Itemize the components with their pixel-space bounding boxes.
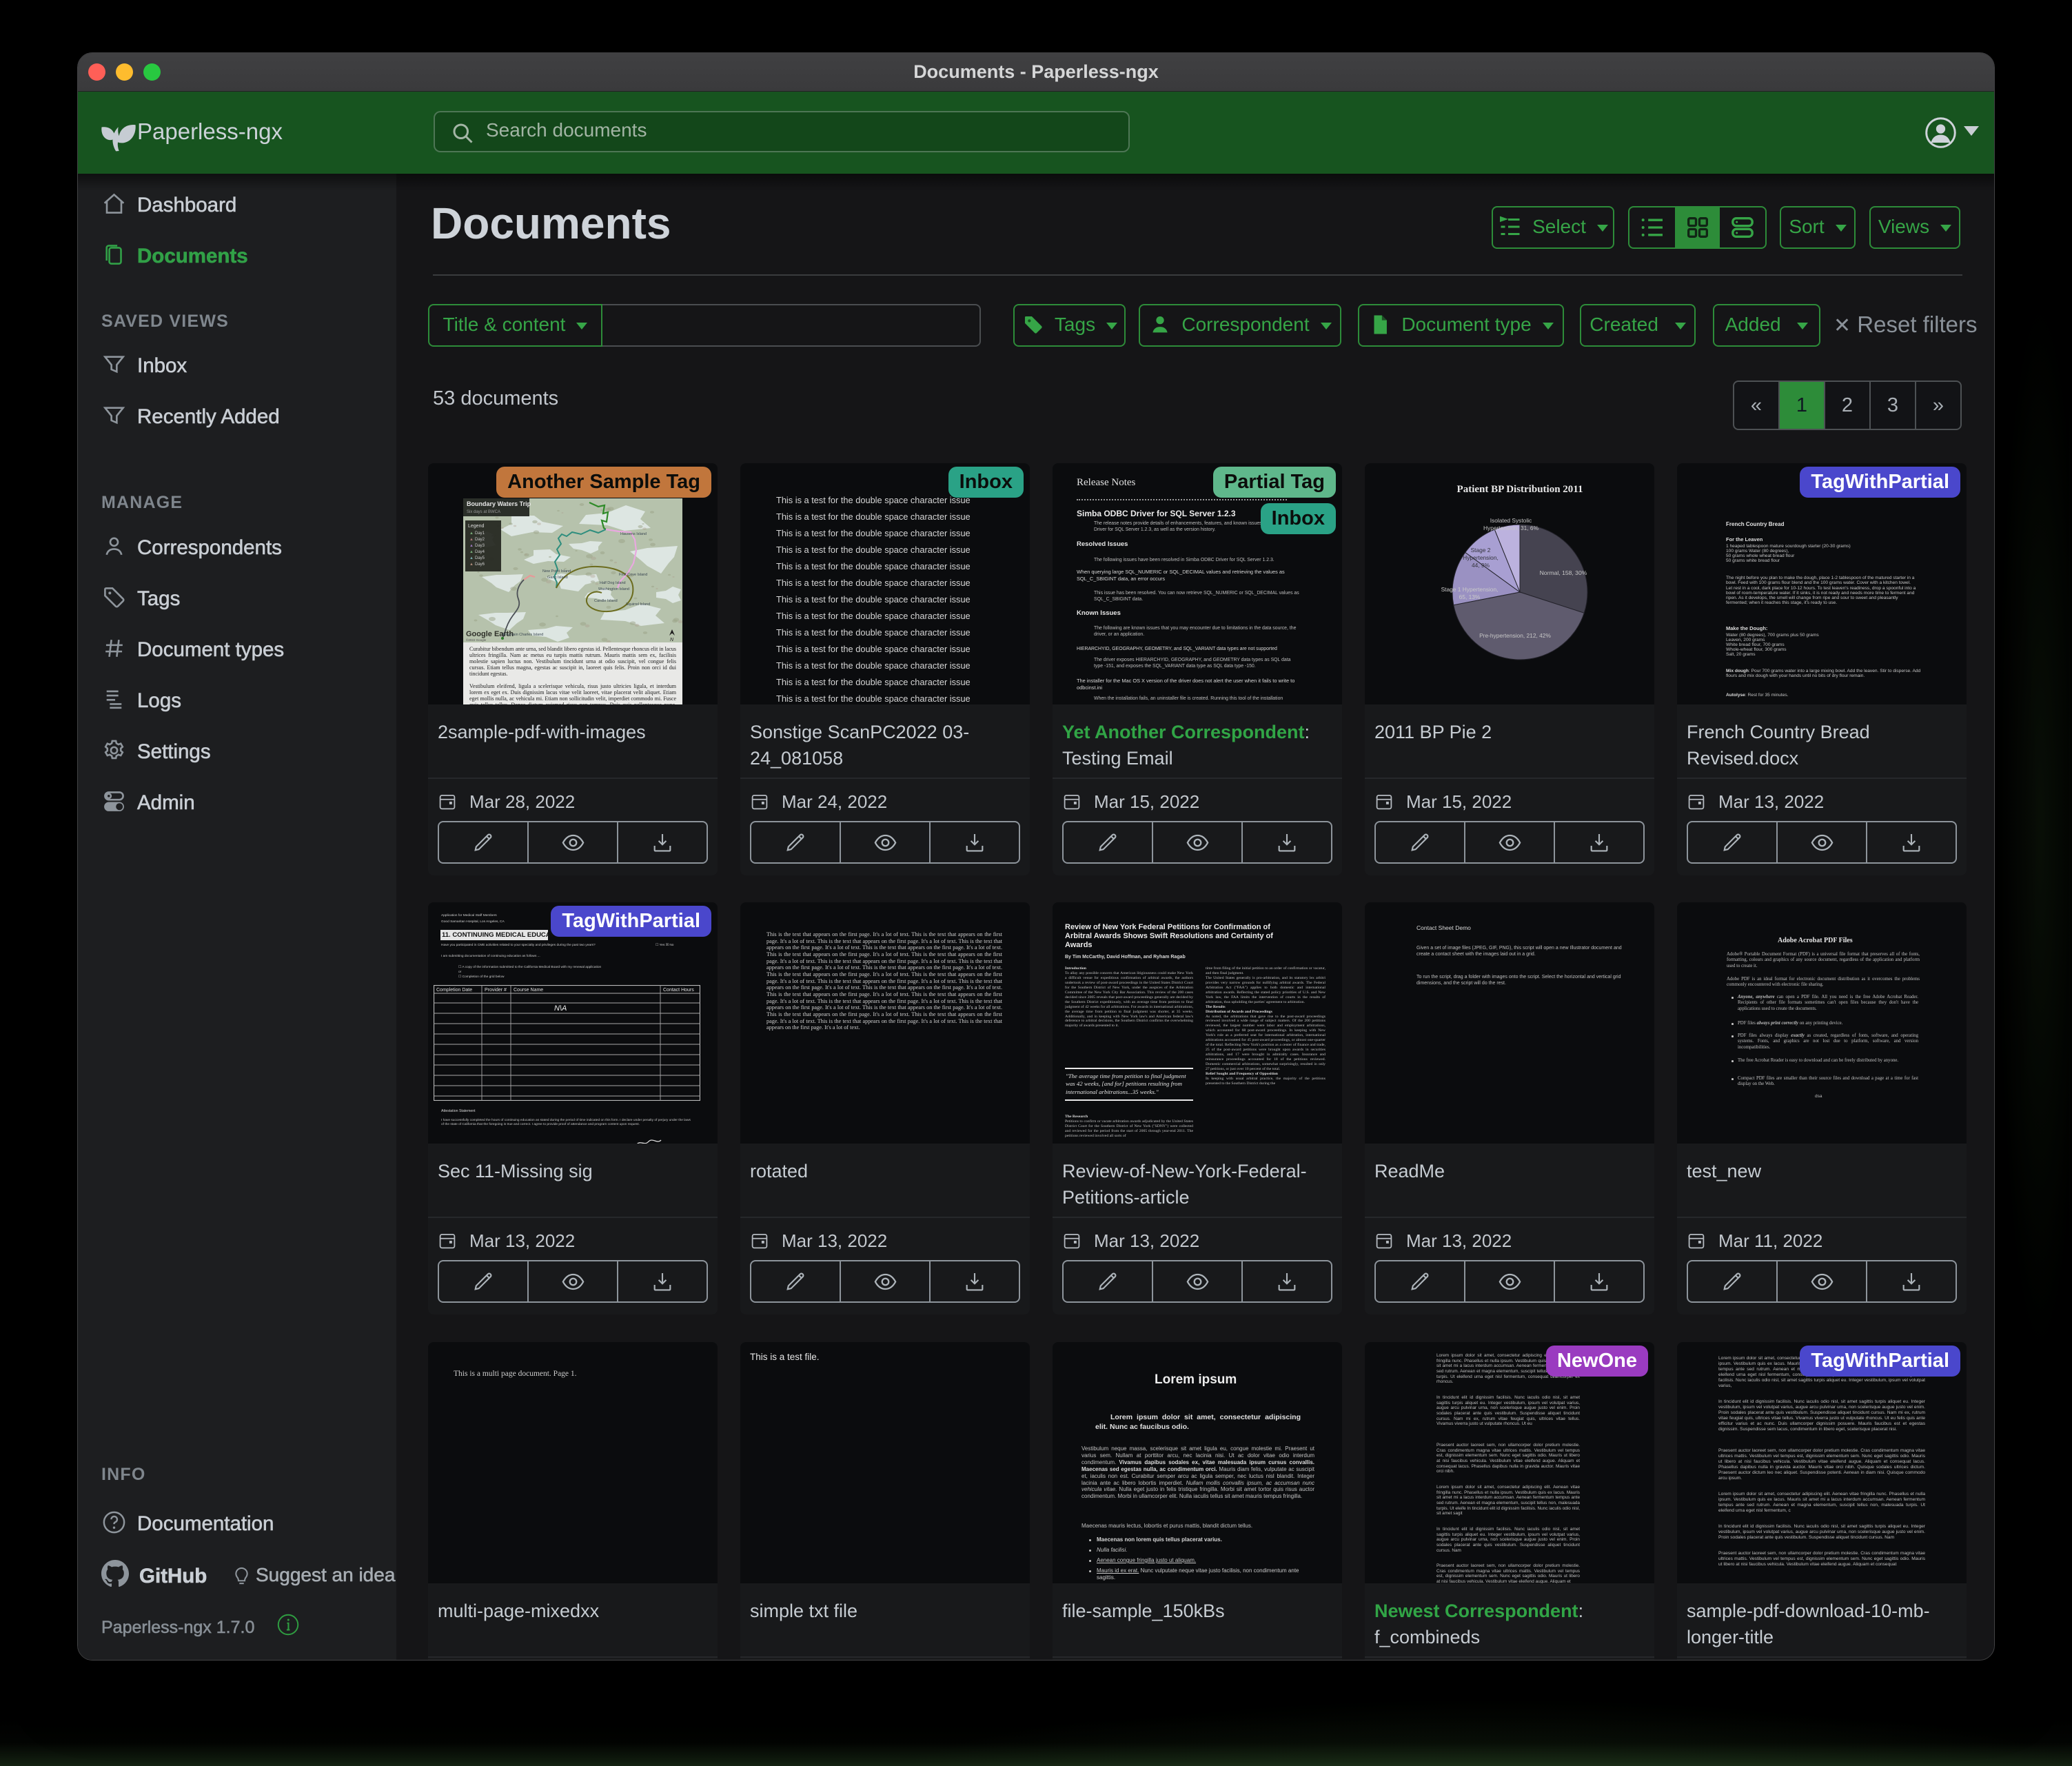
svg-text:Day3: Day3 bbox=[475, 544, 485, 548]
svg-text:Legend: Legend bbox=[468, 524, 484, 529]
svg-text:First Cove Island: First Cove Island bbox=[619, 573, 647, 577]
svg-text:Normal, 158, 30%: Normal, 158, 30% bbox=[1540, 569, 1587, 576]
svg-text:▲: ▲ bbox=[469, 544, 474, 548]
svg-text:Boundary Waters Trip: Boundary Waters Trip bbox=[467, 500, 531, 507]
svg-text:Six days at BWCA: Six days at BWCA bbox=[467, 510, 500, 514]
svg-text:Provider #: Provider # bbox=[485, 988, 507, 993]
svg-text:Squirrel Island: Squirrel Island bbox=[626, 602, 650, 607]
svg-text:Course Name: Course Name bbox=[514, 988, 543, 993]
svg-text:65, 13%: 65, 13% bbox=[1459, 593, 1481, 600]
svg-text:44, 9%: 44, 9% bbox=[1472, 562, 1490, 569]
svg-text:▲: ▲ bbox=[469, 562, 474, 567]
svg-text:Hausens Island: Hausens Island bbox=[620, 532, 647, 536]
svg-text:Candle Island: Candle Island bbox=[594, 599, 618, 603]
svg-text:Washington Island: Washington Island bbox=[598, 587, 629, 591]
svg-text:Stage 1 Hypertension,: Stage 1 Hypertension, bbox=[1441, 586, 1499, 593]
svg-text:▲: ▲ bbox=[469, 556, 474, 560]
svg-text:Hypertension,: Hypertension, bbox=[1463, 554, 1499, 561]
svg-text:Patient BP Distribution 2011: Patient BP Distribution 2011 bbox=[1457, 484, 1583, 495]
svg-text:Day4: Day4 bbox=[475, 550, 485, 554]
svg-text:▲: ▲ bbox=[469, 531, 474, 536]
svg-text:▲: ▲ bbox=[469, 538, 474, 542]
svg-text:Gang Island: Gang Island bbox=[547, 576, 568, 580]
svg-text:©2022 Google: ©2022 Google bbox=[466, 638, 487, 642]
svg-text:Contact Hours: Contact Hours bbox=[663, 988, 694, 993]
svg-text:Day5: Day5 bbox=[475, 556, 485, 560]
svg-text:Day6: Day6 bbox=[475, 562, 485, 567]
svg-text:Hypertension, 31, 6%: Hypertension, 31, 6% bbox=[1483, 525, 1539, 531]
svg-text:Half Dog Island: Half Dog Island bbox=[600, 581, 626, 585]
svg-text:Mountain Charles Island: Mountain Charles Island bbox=[502, 633, 543, 637]
svg-text:Day1: Day1 bbox=[475, 531, 485, 536]
svg-text:Completion Date: Completion Date bbox=[436, 988, 472, 993]
svg-text:Pre-hypertension, 212, 42%: Pre-hypertension, 212, 42% bbox=[1479, 632, 1551, 639]
svg-text:New Point Island: New Point Island bbox=[542, 569, 571, 574]
svg-text:▲: ▲ bbox=[469, 550, 474, 554]
svg-text:N\A: N\A bbox=[554, 1004, 567, 1013]
svg-text:Stage 2: Stage 2 bbox=[1471, 547, 1491, 554]
svg-text:Day2: Day2 bbox=[475, 538, 485, 542]
svg-text:Isolated Systolic: Isolated Systolic bbox=[1490, 517, 1532, 524]
